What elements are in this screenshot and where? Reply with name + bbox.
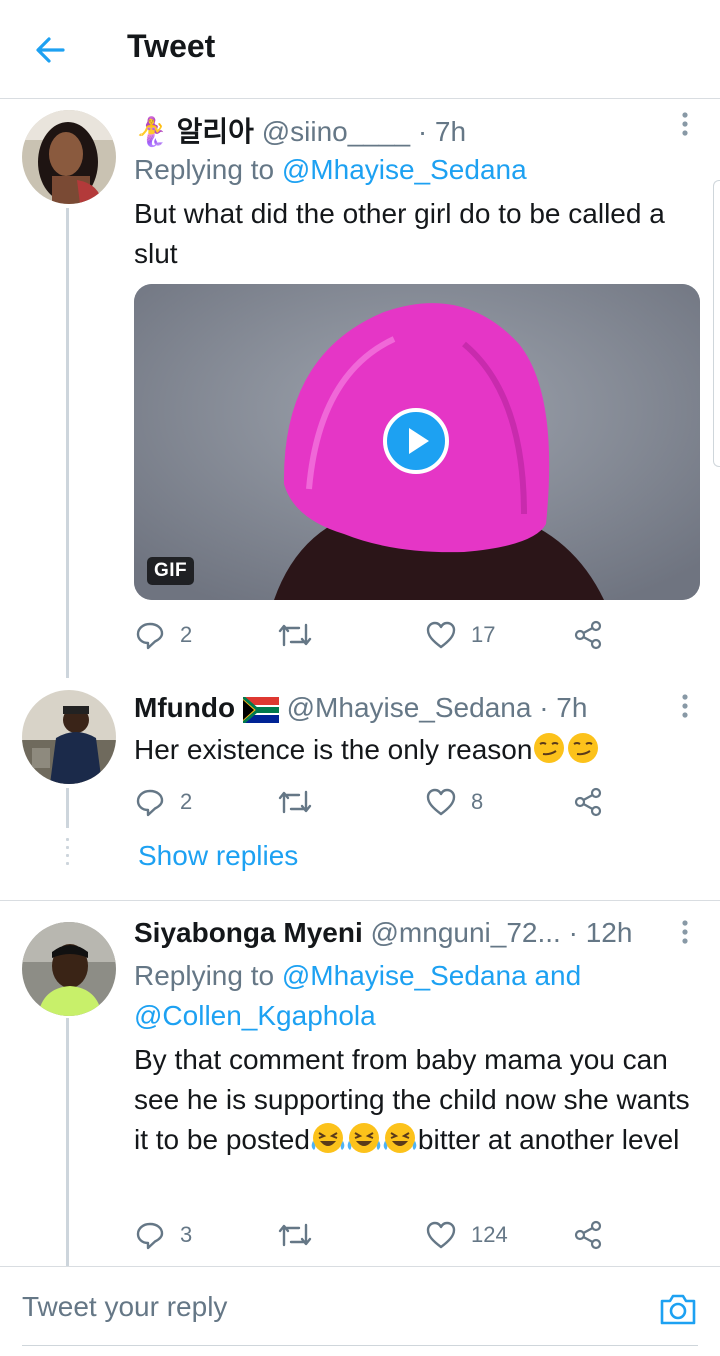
show-replies-link[interactable]: Show replies <box>138 840 298 872</box>
like-count: 124 <box>471 1222 508 1247</box>
back-arrow-icon[interactable] <box>30 30 70 70</box>
timestamp: · 12h <box>568 917 633 948</box>
like-count: 8 <box>471 789 484 814</box>
input-underline <box>22 1345 698 1346</box>
share-button[interactable] <box>573 1215 603 1255</box>
like-button[interactable]: 8 <box>425 782 483 822</box>
share-icon <box>574 1220 602 1250</box>
retweet-button[interactable] <box>277 782 313 822</box>
avatar[interactable] <box>22 110 116 204</box>
divider <box>0 900 720 901</box>
more-options-icon[interactable] <box>675 692 695 722</box>
timestamp: · 7h <box>417 116 467 147</box>
more-options-icon[interactable] <box>675 110 695 140</box>
avatar[interactable] <box>22 690 116 784</box>
more-options-icon[interactable] <box>675 918 695 948</box>
rofl-emoji-icon <box>347 1123 381 1153</box>
user-handle[interactable]: @Mhayise_Sedana <box>287 692 532 723</box>
south-africa-flag-icon <box>242 697 279 723</box>
user-handle[interactable]: @mnguni_72... <box>371 917 561 948</box>
top-bar: Tweet <box>0 0 720 99</box>
share-icon <box>574 787 602 817</box>
user-handle[interactable]: @siino____ <box>262 116 410 147</box>
retweet-icon <box>278 790 312 814</box>
reply-input[interactable]: Tweet your reply <box>22 1291 227 1323</box>
rofl-emoji-icon <box>383 1123 417 1153</box>
share-button[interactable] <box>573 615 603 655</box>
replying-to: Replying to @Mhayise_Sedana and @Collen_… <box>134 960 582 1031</box>
reply-icon <box>136 622 164 650</box>
share-icon <box>574 620 602 650</box>
tweet-text: Her existence is the only reason <box>134 730 694 770</box>
like-count: 17 <box>471 622 496 647</box>
tweet-actions: 2 17 <box>134 615 614 655</box>
reply-count: 2 <box>180 622 193 647</box>
share-button[interactable] <box>573 782 603 822</box>
retweet-icon <box>278 1223 312 1247</box>
avatar[interactable] <box>22 922 116 1016</box>
reply-composer: Tweet your reply <box>0 1266 720 1356</box>
tweet-actions: 2 8 <box>134 782 614 822</box>
smirk-emoji-icon <box>568 733 599 763</box>
reply-icon <box>136 1222 164 1250</box>
like-button[interactable]: 17 <box>425 615 495 655</box>
tweet-text: By that comment from baby mama you can s… <box>134 1044 690 1155</box>
mention-link[interactable]: @Mhayise_Sedana <box>282 154 527 185</box>
like-button[interactable]: 124 <box>425 1215 508 1255</box>
reply-icon <box>136 789 164 817</box>
replying-to: Replying to @Mhayise_Sedana <box>134 154 527 185</box>
reply-count: 3 <box>180 1222 193 1247</box>
reply-button[interactable]: 3 <box>134 1215 192 1255</box>
gif-badge: GIF <box>147 557 195 585</box>
tweet-text: But what did the other girl do to be cal… <box>134 198 665 269</box>
timestamp: · 7h <box>539 692 588 723</box>
gif-media[interactable]: GIF <box>134 284 700 600</box>
camera-icon[interactable] <box>658 1289 698 1329</box>
reply-button[interactable]: 2 <box>134 782 192 822</box>
scrollbar[interactable] <box>713 180 720 467</box>
retweet-button[interactable] <box>277 615 313 655</box>
display-name[interactable]: Siyabonga Myeni <box>134 917 363 948</box>
thread-connector <box>66 788 69 828</box>
retweet-icon <box>278 623 312 647</box>
smirk-emoji-icon <box>534 733 565 763</box>
tweet-actions: 3 124 <box>134 1215 614 1255</box>
heart-icon <box>426 788 456 816</box>
play-icon[interactable] <box>382 407 450 475</box>
thread-connector <box>66 208 69 678</box>
thread-connector <box>66 1018 69 1266</box>
rofl-emoji-icon <box>311 1123 345 1153</box>
heart-icon <box>426 1221 456 1249</box>
display-name[interactable]: 🧜‍♀️ 알리아 <box>134 116 254 147</box>
reply-button[interactable]: 2 <box>134 615 192 655</box>
heart-icon <box>426 621 456 649</box>
page-title: Tweet <box>127 28 216 64</box>
display-name[interactable]: Mfundo <box>134 692 235 723</box>
thread-collapsed-dots <box>66 838 69 870</box>
retweet-button[interactable] <box>277 1215 313 1255</box>
reply-count: 2 <box>180 789 193 814</box>
